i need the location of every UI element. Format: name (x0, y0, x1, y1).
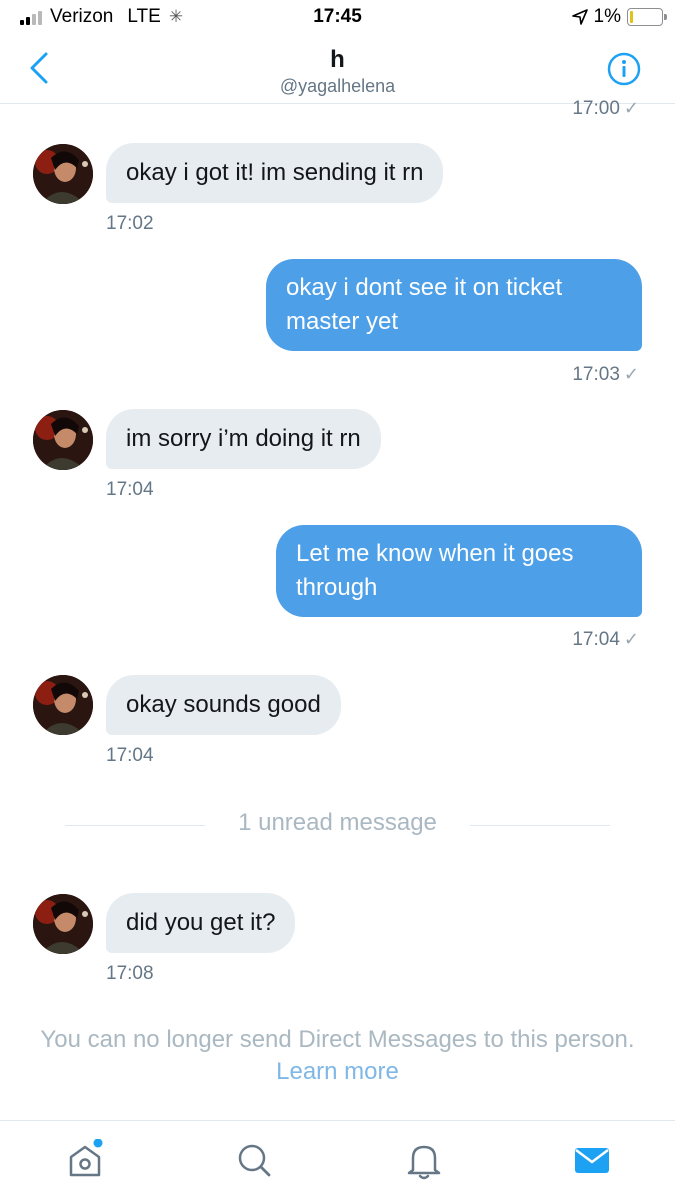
message-line: master yet (286, 308, 399, 335)
incoming-message-bubble[interactable]: okay i got it! im sending it rn (106, 143, 444, 203)
dm-restricted-notice: You can no longer send Direct Messages t… (40, 1024, 635, 1088)
message-line: okay i dont see it on ticket (286, 274, 563, 301)
incoming-message-bubble[interactable]: did you get it? (106, 893, 296, 953)
conversation-header: h @yagalhelena (0, 36, 675, 104)
message-timestamp: 17:04 (106, 745, 154, 766)
avatar[interactable] (33, 410, 93, 470)
message-line: Let me know when it goes (296, 540, 574, 567)
notice-text: You can no longer send Direct Messages t… (40, 1026, 635, 1053)
info-icon[interactable] (607, 52, 641, 86)
learn-more-link[interactable]: Learn more (276, 1058, 399, 1085)
avatar[interactable] (33, 675, 93, 735)
message-timestamp: 17:00 ✓ (572, 98, 639, 116)
battery-percent: 1% (593, 6, 621, 27)
sent-check-icon: ✓ (623, 629, 639, 649)
sent-check-icon: ✓ (623, 98, 639, 116)
incoming-message-bubble[interactable]: im sorry i’m doing it rn (106, 409, 381, 469)
incoming-message-bubble[interactable]: okay sounds good (106, 675, 341, 735)
message-timestamp: 17:02 (106, 213, 154, 234)
message-timestamp: 17:04 ✓ (572, 629, 639, 650)
status-bar: Verizon LTE ✳ 17:45 1% (0, 0, 675, 36)
conversation-handle: @yagalhelena (279, 76, 396, 96)
messages-envelope-icon[interactable] (572, 1139, 612, 1181)
message-timestamp: 17:08 (106, 963, 154, 984)
avatar[interactable] (33, 894, 93, 954)
unread-divider-label: 1 unread message (238, 809, 437, 836)
location-arrow-icon (571, 9, 588, 25)
new-content-dot-icon (93, 1139, 103, 1148)
sent-check-icon: ✓ (623, 364, 639, 384)
notifications-bell-icon[interactable] (404, 1139, 444, 1181)
conversation-title: h (330, 46, 345, 73)
divider-line (470, 825, 610, 826)
search-icon[interactable] (234, 1139, 274, 1181)
avatar[interactable] (33, 144, 93, 204)
message-timestamp: 17:04 (106, 479, 154, 500)
message-line: through (296, 574, 378, 601)
outgoing-message-bubble[interactable]: okay i dont see it on ticket master yet (266, 259, 642, 351)
outgoing-message-bubble[interactable]: Let me know when it goes through (276, 525, 642, 617)
bottom-tab-bar (0, 1120, 675, 1200)
home-icon[interactable] (65, 1139, 105, 1181)
message-timestamp: 17:03 ✓ (572, 364, 639, 385)
battery-icon (627, 8, 667, 26)
